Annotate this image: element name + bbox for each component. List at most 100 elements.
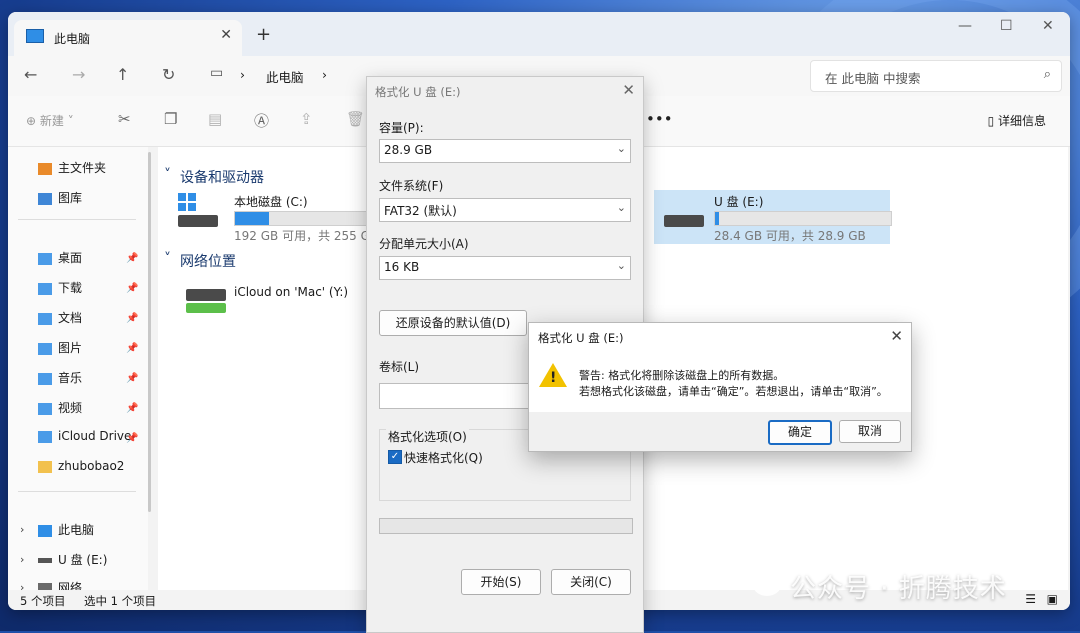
sidebar-item-label: U 盘 (E:) xyxy=(58,553,108,567)
sidebar-item-documents[interactable]: 文档 xyxy=(38,309,82,329)
dialog-title: 格式化 U 盘 (E:) xyxy=(375,85,461,99)
maximize-button[interactable]: ☐ xyxy=(1000,18,1013,34)
cut-icon[interactable]: ✂ xyxy=(118,110,131,128)
divider xyxy=(18,219,136,220)
sidebar-item-label: 网络 xyxy=(58,581,83,590)
more-options-button[interactable]: ••• xyxy=(646,110,673,128)
forward-button[interactable]: → xyxy=(72,65,85,84)
cancel-button[interactable]: 取消 xyxy=(839,420,901,443)
sidebar-item-network[interactable]: 网络 xyxy=(38,579,82,590)
chevron-down-icon: ⌄ xyxy=(616,259,626,272)
collapse-chevron-icon[interactable]: ˅ xyxy=(164,251,171,267)
sidebar-item-downloads[interactable]: 下载 xyxy=(38,279,82,299)
documents-folder-icon xyxy=(38,312,52,325)
restore-defaults-button[interactable]: 还原设备的默认值(D) xyxy=(379,310,527,336)
drive-info: 28.4 GB 可用，共 28.9 GB xyxy=(714,229,866,243)
navigation-pane: 主文件夹 图库 桌面 📌 下载 📌 文档 📌 图片 📌 音乐 📌 视频 📌 iC… xyxy=(8,147,148,594)
new-button[interactable]: ⊕ 新建 ˅ xyxy=(26,112,74,129)
sidebar-item-zhubobao2[interactable]: zhubobao2 xyxy=(38,459,124,479)
delete-icon[interactable]: 🗑 xyxy=(346,110,365,128)
usb-drive-icon xyxy=(38,558,52,563)
sidebar-item-icloud[interactable]: iCloud Drive xyxy=(38,429,131,449)
sidebar-item-label: iCloud Drive xyxy=(58,429,132,443)
chevron-right-icon[interactable]: › xyxy=(240,67,245,82)
breadcrumb[interactable]: 此电脑 xyxy=(266,67,304,86)
quick-format-label: 快速格式化(Q) xyxy=(404,451,483,465)
music-folder-icon xyxy=(38,372,52,385)
details-label: 详细信息 xyxy=(997,114,1046,128)
sidebar-item-usb[interactable]: U 盘 (E:) xyxy=(38,551,107,571)
sidebar-item-label: zhubobao2 xyxy=(58,459,125,473)
close-tab-icon[interactable]: ✕ xyxy=(220,27,232,43)
rename-icon[interactable]: Ⓐ xyxy=(254,110,269,131)
ok-button[interactable]: 确定 xyxy=(768,420,832,445)
allocation-value: 16 KB xyxy=(384,260,420,274)
sidebar-item-label: 图片 xyxy=(58,341,83,355)
tab-this-pc[interactable]: 此电脑 ✕ xyxy=(14,20,242,56)
details-view-icon[interactable]: ☰ xyxy=(1025,592,1036,606)
close-icon[interactable]: ✕ xyxy=(890,327,903,345)
sidebar-item-music[interactable]: 音乐 xyxy=(38,369,82,389)
pin-icon: 📌 xyxy=(126,313,139,324)
format-progress-bar xyxy=(379,518,633,534)
share-icon[interactable]: ⇪ xyxy=(300,110,313,128)
drive-info: 192 GB 可用，共 255 GB xyxy=(234,229,379,243)
warning-dialog: 格式化 U 盘 (E:) ✕ ! 警告: 格式化将删除该磁盘上的所有数据。 若想… xyxy=(528,322,912,452)
dialog-title: 格式化 U 盘 (E:) xyxy=(538,331,624,345)
minimize-button[interactable]: — xyxy=(958,18,972,34)
new-label: 新建 xyxy=(39,114,64,128)
usb-drive-icon xyxy=(664,215,704,227)
chevron-down-icon: ⌄ xyxy=(616,201,626,214)
pin-icon: 📌 xyxy=(126,343,139,354)
tiles-view-icon[interactable]: ▣ xyxy=(1047,592,1058,606)
filesystem-select[interactable]: FAT32 (默认) ⌄ xyxy=(379,198,631,222)
drive-usage-bar xyxy=(234,211,370,226)
drive-name: U 盘 (E:) xyxy=(714,195,764,209)
sidebar-item-home[interactable]: 主文件夹 xyxy=(38,159,106,179)
close-icon[interactable]: ✕ xyxy=(622,81,635,99)
pin-icon: 📌 xyxy=(126,283,139,294)
options-label: 格式化选项(O) xyxy=(386,428,469,445)
close-button[interactable]: 关闭(C) xyxy=(551,569,631,595)
pin-icon: 📌 xyxy=(126,373,139,384)
capacity-label: 容量(P): xyxy=(379,121,424,135)
monitor-icon: ▭ xyxy=(210,65,224,81)
sidebar-item-label: 主文件夹 xyxy=(58,161,107,175)
chevron-right-icon[interactable]: › xyxy=(322,67,327,82)
capacity-select[interactable]: 28.9 GB ⌄ xyxy=(379,139,631,163)
watermark-text: 公众号 · 折腾技术 xyxy=(790,574,1007,604)
sidebar-item-gallery[interactable]: 图库 xyxy=(38,189,82,209)
dialog-footer: 确定 取消 xyxy=(529,412,911,451)
icloud-folder-icon xyxy=(38,430,52,443)
section-network: 网络位置 xyxy=(180,254,236,270)
sidebar-scrollbar[interactable] xyxy=(148,152,151,512)
section-devices: 设备和驱动器 xyxy=(180,170,264,186)
copy-icon[interactable]: ❐ xyxy=(164,110,177,128)
sidebar-item-desktop[interactable]: 桌面 xyxy=(38,249,82,269)
new-tab-button[interactable]: + xyxy=(256,24,271,45)
downloads-folder-icon xyxy=(38,282,52,295)
close-window-button[interactable]: ✕ xyxy=(1042,18,1054,34)
refresh-button[interactable]: ↻ xyxy=(162,65,175,84)
collapse-chevron-icon[interactable]: ˅ xyxy=(164,167,171,183)
back-button[interactable]: ← xyxy=(24,65,37,84)
expand-chevron-icon[interactable]: › xyxy=(20,553,24,566)
folder-icon xyxy=(38,460,52,473)
start-button[interactable]: 开始(S) xyxy=(461,569,541,595)
network-drive-icon xyxy=(186,289,226,315)
desktop-folder-icon xyxy=(38,252,52,265)
search-input[interactable]: 在 此电脑 中搜索 ⌕ xyxy=(810,60,1062,92)
paste-icon[interactable]: ▤ xyxy=(208,110,222,128)
allocation-select[interactable]: 16 KB ⌄ xyxy=(379,256,631,280)
up-button[interactable]: ↑ xyxy=(116,65,129,84)
details-button[interactable]: ▯ 详细信息 xyxy=(988,112,1046,129)
sidebar-item-this-pc[interactable]: 此电脑 xyxy=(38,521,94,541)
expand-chevron-icon[interactable]: › xyxy=(20,523,24,536)
sidebar-item-videos[interactable]: 视频 xyxy=(38,399,82,419)
quick-format-checkbox[interactable]: ✓ xyxy=(388,450,402,464)
sidebar-item-pictures[interactable]: 图片 xyxy=(38,339,82,359)
allocation-label: 分配单元大小(A) xyxy=(379,237,469,251)
filesystem-label: 文件系统(F) xyxy=(379,179,444,193)
warning-message-line2: 若想格式化该磁盘，请单击“确定”。若想退出，请单击“取消”。 xyxy=(579,385,888,398)
sidebar-item-label: 视频 xyxy=(58,401,83,415)
